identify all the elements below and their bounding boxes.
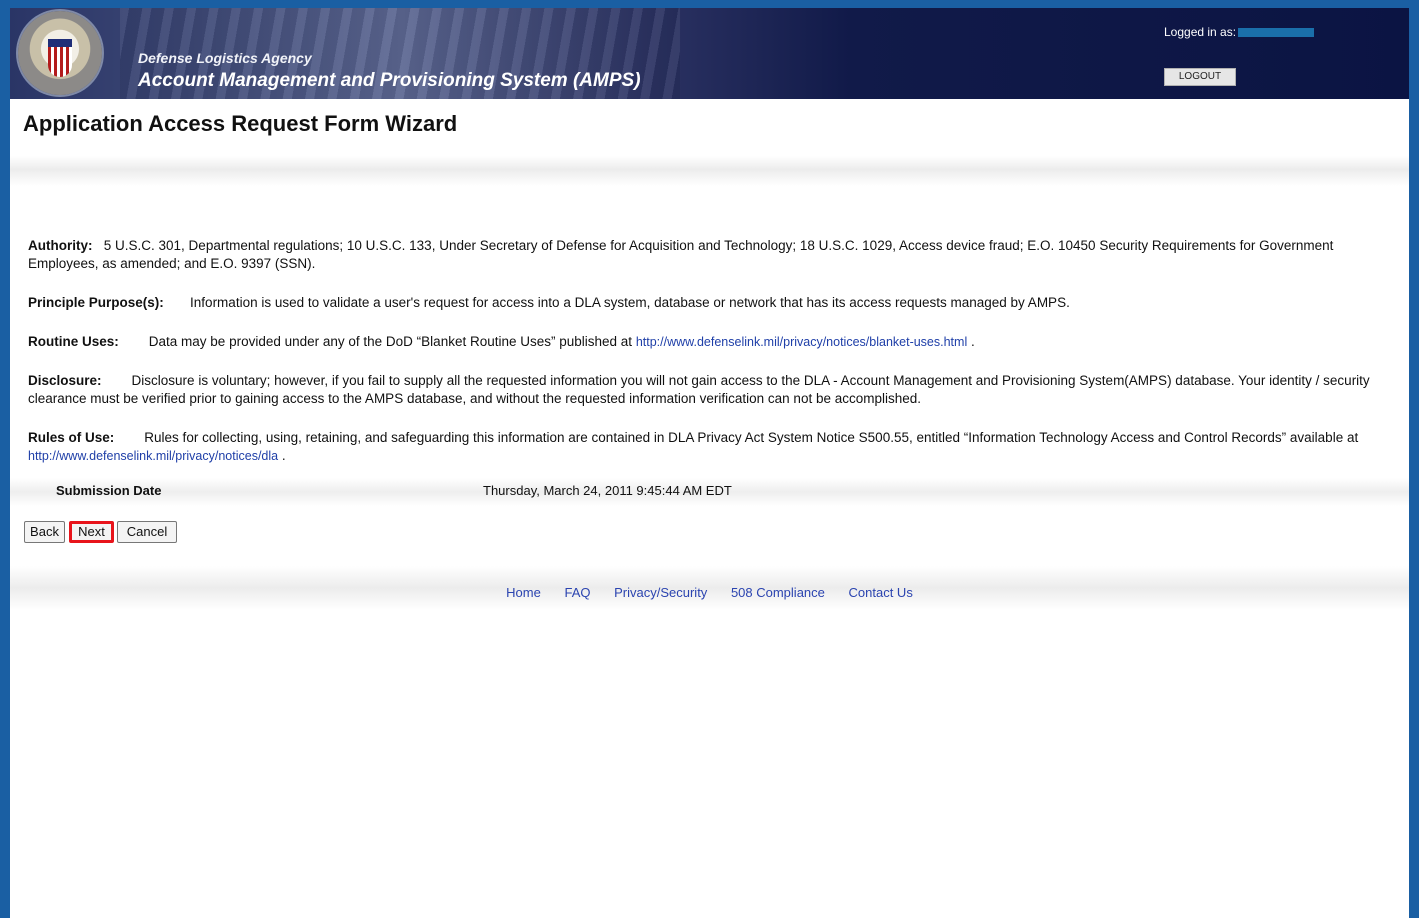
- routine-uses-label: Routine Uses:: [28, 334, 119, 349]
- footer-nav: Home FAQ Privacy/Security 508 Compliance…: [10, 585, 1409, 600]
- footer-link-contact-us[interactable]: Contact Us: [849, 585, 913, 600]
- agency-name: Defense Logistics Agency: [138, 50, 312, 66]
- cancel-button[interactable]: Cancel: [117, 521, 177, 543]
- logged-in-status: Logged in as:: [1164, 25, 1315, 39]
- back-button[interactable]: Back: [24, 521, 65, 543]
- footer-link-home[interactable]: Home: [506, 585, 541, 600]
- logout-button[interactable]: LOGOUT: [1164, 68, 1236, 86]
- submission-date-label: Submission Date: [56, 483, 162, 498]
- rules-of-use-period: .: [281, 448, 286, 463]
- routine-uses-period: .: [970, 334, 975, 349]
- disclosure-text: Disclosure is voluntary; however, if you…: [28, 373, 1370, 406]
- logged-in-label: Logged in as:: [1164, 25, 1237, 39]
- shield-icon: [48, 39, 72, 77]
- redacted-username: [1238, 28, 1315, 38]
- purpose-label: Principle Purpose(s):: [28, 295, 164, 310]
- authority-text: 5 U.S.C. 301, Departmental regulations; …: [28, 238, 1334, 271]
- authority-paragraph: Authority: 5 U.S.C. 301, Departmental re…: [28, 237, 1388, 273]
- app-frame: Defense Logistics Agency Account Managem…: [0, 0, 1419, 918]
- blanket-uses-link[interactable]: http://www.defenselink.mil/privacy/notic…: [636, 335, 967, 349]
- purpose-text: Information is used to validate a user's…: [190, 295, 1070, 310]
- header-banner: Defense Logistics Agency Account Managem…: [10, 8, 1409, 99]
- page-title: Application Access Request Form Wizard: [23, 111, 458, 136]
- next-button[interactable]: Next: [69, 521, 114, 543]
- rules-of-use-label: Rules of Use:: [28, 430, 115, 445]
- rules-of-use-text: Rules for collecting, using, retaining, …: [144, 430, 1359, 445]
- divider-band: [10, 156, 1409, 186]
- submission-date-value: Thursday, March 24, 2011 9:45:44 AM EDT: [483, 483, 732, 498]
- disclosure-label: Disclosure:: [28, 373, 102, 388]
- dla-notice-link[interactable]: http://www.defenselink.mil/privacy/notic…: [28, 449, 278, 463]
- rules-of-use-paragraph: Rules of Use: Rules for collecting, usin…: [28, 429, 1388, 465]
- purpose-paragraph: Principle Purpose(s): Information is use…: [28, 294, 1388, 312]
- system-name: Account Management and Provisioning Syst…: [138, 70, 641, 91]
- footer-link-privacy-security[interactable]: Privacy/Security: [614, 585, 707, 600]
- authority-label: Authority:: [28, 238, 93, 253]
- routine-uses-paragraph: Routine Uses: Data may be provided under…: [28, 333, 1388, 351]
- routine-uses-text: Data may be provided under any of the Do…: [148, 334, 633, 349]
- dla-seal-logo: [18, 11, 102, 95]
- footer-link-faq[interactable]: FAQ: [564, 585, 590, 600]
- footer-link-508-compliance[interactable]: 508 Compliance: [731, 585, 825, 600]
- disclosure-paragraph: Disclosure: Disclosure is voluntary; how…: [28, 372, 1388, 408]
